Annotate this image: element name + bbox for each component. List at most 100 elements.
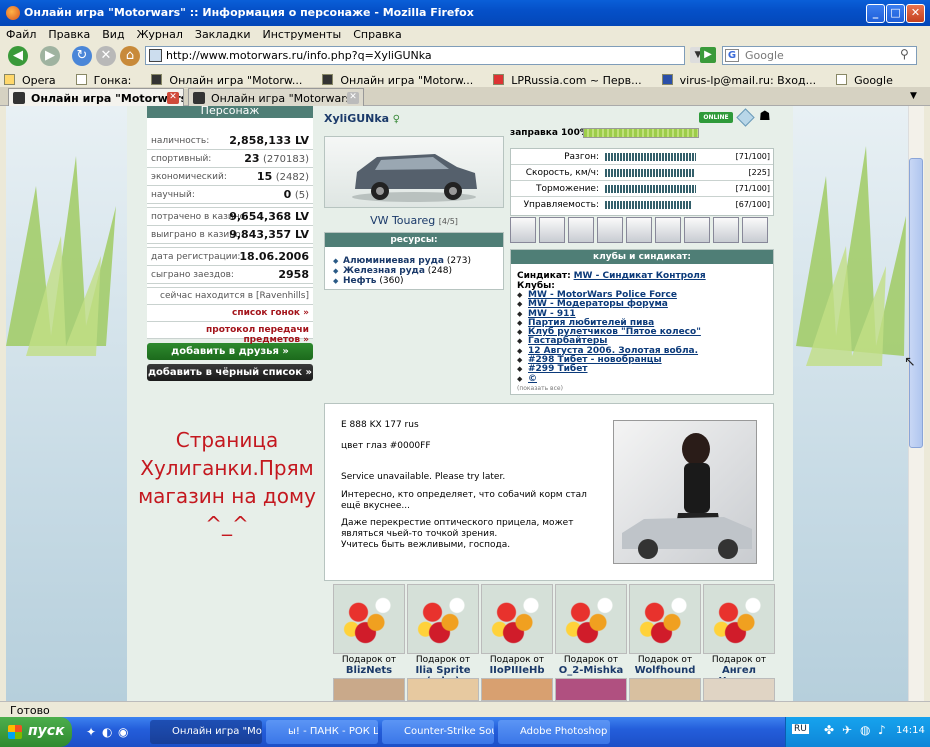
search-input[interactable]: G Google: [722, 46, 917, 65]
taskbar-item-counter-strike[interactable]: Counter-Strike Source: [382, 720, 494, 744]
tray-icon[interactable]: ✤: [824, 723, 834, 737]
robot-icon[interactable]: ☗: [759, 109, 771, 124]
gift-image: [555, 584, 627, 654]
search-icon[interactable]: ⚲: [900, 47, 909, 61]
tab-close-icon[interactable]: ✕: [347, 92, 359, 104]
car-image[interactable]: [324, 136, 504, 208]
club-item[interactable]: ©: [517, 374, 773, 384]
nitro-icon[interactable]: [742, 217, 768, 243]
race-list-link[interactable]: список гонок »: [232, 308, 309, 318]
gift-image: [629, 584, 701, 654]
syndicate-link[interactable]: MW - Синдикат Контроля: [574, 271, 706, 281]
gift-item[interactable]: Подарок от Wolfhound: [629, 584, 701, 676]
menu-help[interactable]: Справка: [347, 26, 407, 41]
quicklaunch-icon[interactable]: ◐: [102, 725, 112, 739]
transfer-log-link[interactable]: протокол передачи предметов »: [206, 325, 309, 345]
clubs-list: MW - MotorWars Police Force MW - Модерат…: [517, 290, 773, 384]
menu-history[interactable]: Журнал: [131, 26, 189, 41]
forward-icon[interactable]: ▶: [40, 46, 60, 66]
transmission-icon[interactable]: [597, 217, 623, 243]
maximize-button[interactable]: □: [886, 4, 905, 23]
url-input[interactable]: http://www.motorwars.ru/info.php?q=XyliG…: [145, 46, 685, 65]
bookmark-item[interactable]: Онлайн игра "Motorw...: [147, 68, 318, 87]
gift-image[interactable]: [703, 678, 775, 701]
gift-item[interactable]: Подарок от BlizNets: [333, 584, 405, 676]
windows-logo-icon: [8, 725, 22, 739]
bookmark-item[interactable]: virus-lp@mail.ru: Вход...: [658, 68, 832, 87]
avatar: [613, 420, 757, 564]
menu-bookmarks[interactable]: Закладки: [189, 26, 257, 41]
bookmark-item[interactable]: LPRussia.com ~ Перв...: [489, 68, 657, 87]
bookmark-item[interactable]: Гонка:: [72, 68, 148, 87]
gift-image[interactable]: [407, 678, 479, 701]
tab-list-icon[interactable]: ▼: [910, 91, 917, 101]
volume-icon[interactable]: ♪: [878, 723, 886, 737]
gift-image: [407, 584, 479, 654]
clubs-header: клубы и синдикат:: [511, 250, 773, 264]
go-icon[interactable]: ▶: [700, 47, 716, 63]
tab-active[interactable]: Онлайн игра "Motorwars" :: Ин... ✕: [8, 88, 184, 106]
suspension-icon[interactable]: [539, 217, 565, 243]
brakes-icon[interactable]: [568, 217, 594, 243]
stop-icon[interactable]: ✕: [96, 46, 116, 66]
taskbar-item-firefox[interactable]: Онлайн игра "Motor...: [150, 720, 262, 744]
language-indicator[interactable]: RU: [792, 724, 809, 734]
menu-edit[interactable]: Правка: [42, 26, 96, 41]
motorwars-icon: [322, 74, 334, 85]
gift-image[interactable]: [555, 678, 627, 701]
bookmark-item[interactable]: Google: [832, 68, 909, 87]
gift-image[interactable]: [333, 678, 405, 701]
menu-tools[interactable]: Инструменты: [257, 26, 348, 41]
folder-icon: [4, 74, 15, 85]
tray-icon[interactable]: ✈: [842, 723, 852, 737]
taskbar-item-photoshop[interactable]: Adobe Photoshop: [498, 720, 610, 744]
quicklaunch-icon[interactable]: ✦: [86, 725, 96, 739]
reload-icon[interactable]: ↻: [72, 46, 92, 66]
gift-item[interactable]: Подарок отIlia Sprite (adm): [407, 584, 479, 687]
show-all-link[interactable]: (показать все): [517, 384, 773, 392]
club-item[interactable]: #299 Тибет: [517, 365, 773, 375]
turbo-icon[interactable]: [655, 217, 681, 243]
eyes-text: цвет глаз #0000FF: [341, 441, 431, 451]
gift-image[interactable]: [481, 678, 553, 701]
gift-item[interactable]: Подарок от O_2-Mishka: [555, 584, 627, 676]
diamond-icon[interactable]: [736, 108, 755, 127]
quicklaunch-icon[interactable]: ◉: [118, 725, 128, 739]
engine-icon[interactable]: [684, 217, 710, 243]
plate-text: E 888 KX 177 rus: [341, 420, 419, 430]
clock: 14:14: [896, 725, 925, 736]
motorwars-icon: [13, 92, 25, 104]
back-icon[interactable]: ◀: [8, 46, 28, 66]
scrollbar-thumb[interactable]: [909, 158, 923, 448]
taskbar-item-music[interactable]: ы! - ПАНК - РОК ШО...: [266, 720, 378, 744]
title-bar: Онлайн игра "Motorwars" :: Информация о …: [0, 0, 930, 26]
gift-image[interactable]: [629, 678, 701, 701]
disk-icon[interactable]: [713, 217, 739, 243]
resource-item: Железная руда (248): [333, 266, 503, 276]
exhaust-icon[interactable]: [626, 217, 652, 243]
add-blacklist-button[interactable]: добавить в чёрный список »: [147, 364, 313, 381]
player-name[interactable]: XyliGUNka: [324, 112, 389, 125]
tab-inactive[interactable]: Онлайн игра "Motorwars" ✕: [188, 88, 364, 106]
car-name[interactable]: VW Touareg: [370, 214, 435, 227]
stat-bar-row: Разгон: [71/100]: [511, 149, 773, 165]
menu-view[interactable]: Вид: [96, 26, 130, 41]
stat-row: сыграно заездов: 2958: [147, 266, 313, 284]
tray-icon[interactable]: ◍: [860, 723, 870, 737]
start-button[interactable]: пуск: [0, 717, 72, 747]
menu-file[interactable]: Файл: [0, 26, 42, 41]
bookmark-item[interactable]: Онлайн игра "Motorw...: [318, 68, 489, 87]
minimize-button[interactable]: _: [866, 4, 885, 23]
close-button[interactable]: ✕: [906, 4, 925, 23]
gift-item[interactable]: Подарок от IIoPIIIeHb: [481, 584, 553, 676]
home-icon[interactable]: ⌂: [120, 46, 140, 66]
character-header: Персонаж: [147, 106, 313, 118]
bookmark-item[interactable]: Opera: [0, 68, 72, 87]
stat-row: потрачено в казино: 9,654,368 LV: [147, 208, 313, 226]
add-friend-button[interactable]: добавить в друзья »: [147, 343, 313, 360]
gift-item[interactable]: Подарок отАнгел Чертов: [703, 584, 775, 687]
stat-bar: [605, 201, 691, 209]
tire-icon[interactable]: [510, 217, 536, 243]
tab-close-icon[interactable]: ✕: [167, 92, 179, 104]
page-caption: Страница Хулиганки.Прям магазин на дому …: [138, 428, 316, 536]
